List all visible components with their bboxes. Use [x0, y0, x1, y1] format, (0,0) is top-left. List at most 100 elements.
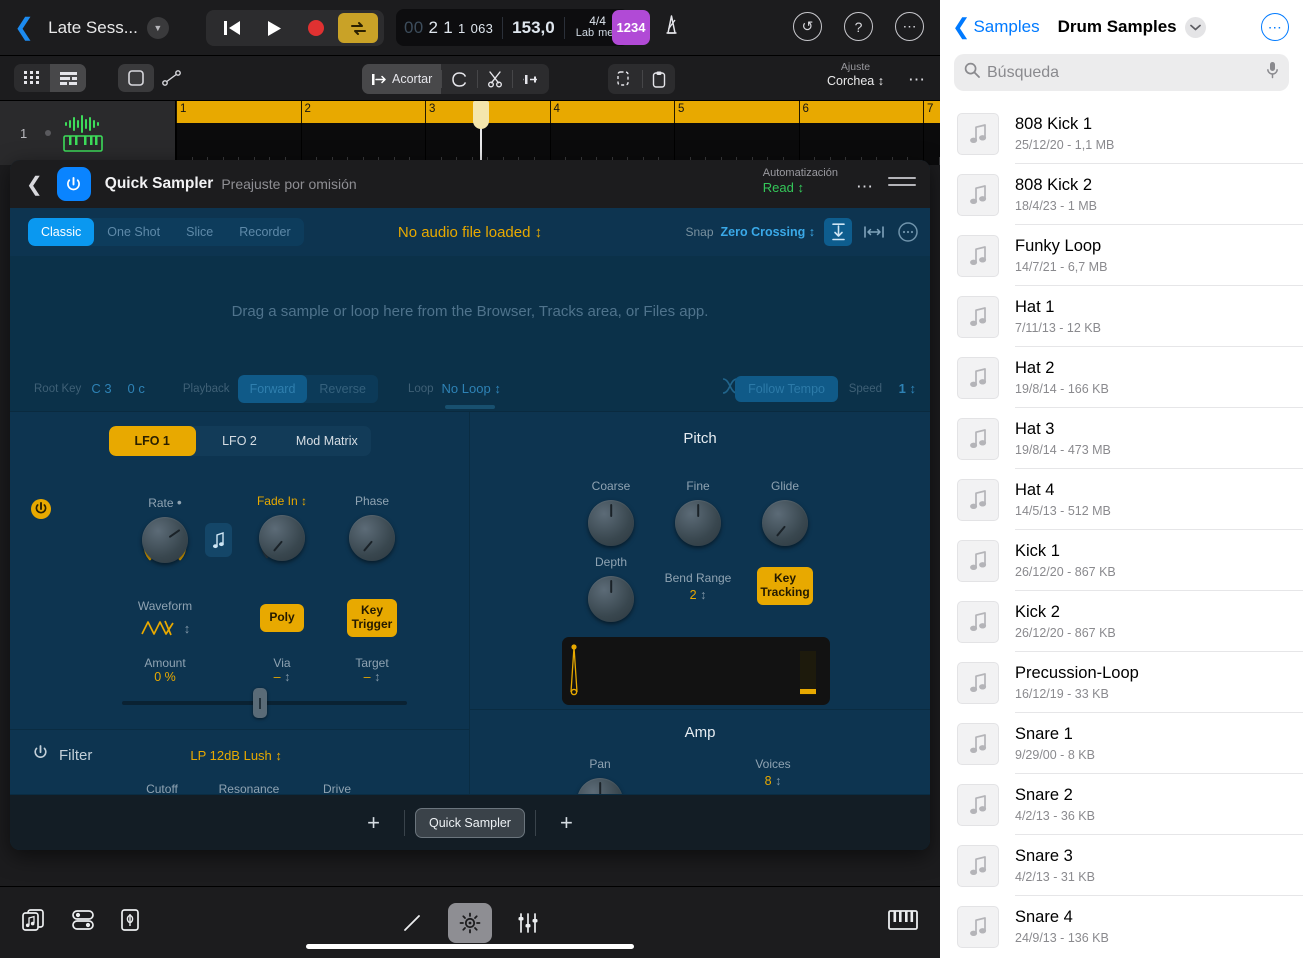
- project-menu-button[interactable]: ▼: [147, 17, 169, 39]
- playback-forward-button[interactable]: Forward: [238, 375, 308, 403]
- cents-value[interactable]: 0 c: [128, 381, 145, 396]
- track-record-dot[interactable]: [45, 130, 51, 136]
- piano-keyboard-icon[interactable]: [888, 908, 918, 937]
- lfo-power-icon[interactable]: [30, 498, 52, 525]
- toolbar-more-icon[interactable]: ⋯: [908, 70, 926, 90]
- lfo-fadein-label[interactable]: Fade In ↕: [235, 494, 329, 508]
- flex-button[interactable]: [513, 64, 549, 94]
- ruler[interactable]: 1234567: [176, 101, 940, 165]
- sample-list-item[interactable]: Snare 19/29/00 - 8 KB: [940, 713, 1303, 774]
- count-in-button[interactable]: 1234: [612, 10, 650, 45]
- add-plugin-before-button[interactable]: +: [343, 810, 404, 836]
- track-header[interactable]: 1: [0, 101, 176, 165]
- list-view-icon[interactable]: [50, 64, 86, 92]
- home-indicator[interactable]: [306, 944, 634, 949]
- metronome-icon[interactable]: [660, 13, 683, 41]
- panel-resize-handle[interactable]: [445, 405, 495, 409]
- sample-list-item[interactable]: Funky Loop14/7/21 - 6,7 MB: [940, 225, 1303, 286]
- lfo-key-trigger-button[interactable]: Key Trigger: [347, 599, 397, 637]
- lfo-rate-knob[interactable]: [142, 517, 188, 563]
- lfo-amount-slider[interactable]: [122, 701, 407, 705]
- lfo-fadein-knob[interactable]: [259, 515, 305, 561]
- pitch-depth-knob[interactable]: [588, 576, 634, 622]
- filter-power-icon[interactable]: [32, 744, 49, 766]
- pitch-mod-display[interactable]: [562, 637, 830, 705]
- note-sync-icon[interactable]: [205, 523, 232, 557]
- lfo-tab-lfo-1[interactable]: LFO 1: [109, 426, 196, 456]
- search-field[interactable]: Búsqueda: [954, 54, 1289, 91]
- pitch-glide-knob[interactable]: [762, 500, 808, 546]
- plugin-more-icon[interactable]: ⋯: [856, 177, 874, 197]
- duplicate-button[interactable]: [608, 64, 642, 94]
- lfo-poly-button[interactable]: Poly: [260, 604, 304, 632]
- undo-icon[interactable]: ↺: [793, 12, 822, 41]
- lfo-waveform-selector[interactable]: ↕: [118, 618, 212, 638]
- sample-list-item[interactable]: 808 Kick 218/4/23 - 1 MB: [940, 164, 1303, 225]
- fit-width-icon[interactable]: [860, 218, 888, 246]
- pitch-coarse-knob[interactable]: [588, 500, 634, 546]
- paste-button[interactable]: [643, 64, 675, 94]
- pitch-bend-range-value[interactable]: 2 ↕: [647, 588, 749, 602]
- automation-icon[interactable]: [154, 64, 190, 92]
- lfo-target-value[interactable]: – ↕: [325, 670, 419, 684]
- sampler-mode-slice[interactable]: Slice: [173, 218, 226, 246]
- record-icon[interactable]: [296, 13, 336, 43]
- sample-list-item[interactable]: Snare 424/9/13 - 136 KB: [940, 896, 1303, 957]
- more-circle-icon[interactable]: ⋯: [1261, 13, 1289, 41]
- snap-selector[interactable]: Ajuste Corchea ↕: [827, 61, 884, 90]
- library-icon[interactable]: [70, 908, 96, 937]
- lcd-display[interactable]: 00 2 1 1 063 153,0 4/4 Labmen: [396, 9, 629, 46]
- pencil-icon[interactable]: [390, 903, 434, 943]
- more-icon[interactable]: ⋯: [895, 12, 924, 41]
- playhead[interactable]: [480, 101, 482, 165]
- scissors-button[interactable]: [478, 64, 512, 94]
- options-icon[interactable]: [894, 218, 922, 246]
- add-plugin-after-button[interactable]: +: [536, 810, 597, 836]
- sampler-mode-classic[interactable]: Classic: [28, 218, 94, 246]
- pitch-key-tracking-button[interactable]: Key Tracking: [757, 567, 813, 605]
- microphone-icon[interactable]: [1266, 61, 1279, 84]
- lfo-tab-mod-matrix[interactable]: Mod Matrix: [283, 426, 370, 456]
- plugin-controls-icon[interactable]: [448, 903, 492, 943]
- notes-icon[interactable]: [120, 908, 140, 937]
- lfo-amount-value[interactable]: 0 %: [118, 670, 212, 684]
- sample-list-item[interactable]: 808 Kick 125/12/20 - 1,1 MB: [940, 103, 1303, 164]
- filter-type-value[interactable]: LP 12dB Lush ↕: [190, 748, 282, 763]
- rewind-icon[interactable]: [212, 13, 252, 43]
- lfo-amount-slider-thumb[interactable]: [253, 688, 267, 718]
- follow-tempo-button[interactable]: Follow Tempo: [735, 376, 838, 402]
- resize-grip-icon[interactable]: [888, 177, 916, 191]
- sample-list-item[interactable]: Hat 319/8/14 - 473 MB: [940, 408, 1303, 469]
- back-button[interactable]: ❮: [14, 16, 34, 40]
- sampler-mode-one-shot[interactable]: One Shot: [94, 218, 173, 246]
- sampler-snap-value[interactable]: Zero Crossing ↕: [721, 225, 815, 239]
- playback-reverse-button[interactable]: Reverse: [307, 375, 378, 403]
- automation-mode[interactable]: Automatización Read ↕: [763, 166, 838, 197]
- loop-value[interactable]: No Loop ↕: [442, 381, 501, 396]
- files-back-button[interactable]: ❮ Samples: [952, 16, 1040, 38]
- import-icon[interactable]: [824, 218, 852, 246]
- sample-list-item[interactable]: Hat 219/8/14 - 166 KB: [940, 347, 1303, 408]
- pitch-fine-knob[interactable]: [675, 500, 721, 546]
- sample-dropzone[interactable]: Drag a sample or loop here from the Brow…: [10, 256, 930, 366]
- speed-value[interactable]: 1 ↕: [899, 381, 916, 396]
- amp-voices-value[interactable]: 8 ↕: [726, 774, 820, 788]
- help-icon[interactable]: ?: [844, 12, 873, 41]
- audio-file-status-text[interactable]: No audio file loaded ↕: [398, 224, 542, 241]
- playhead-flag[interactable]: [473, 101, 489, 129]
- grid-view-icon[interactable]: [14, 64, 50, 92]
- sample-list-item[interactable]: Kick 226/12/20 - 867 KB: [940, 591, 1303, 652]
- plugin-slot-quick-sampler[interactable]: Quick Sampler: [415, 808, 525, 838]
- loop-browser-icon[interactable]: [20, 908, 46, 937]
- plugin-power-icon[interactable]: [57, 167, 91, 201]
- loop-button[interactable]: [442, 64, 477, 94]
- trim-button[interactable]: Acortar: [362, 64, 441, 94]
- sample-list-item[interactable]: Snare 34/2/13 - 31 KB: [940, 835, 1303, 896]
- lfo-via-value[interactable]: – ↕: [235, 670, 329, 684]
- plugin-preset-name[interactable]: Preajuste por omisión: [221, 176, 356, 192]
- sample-list-item[interactable]: Precussion-Loop16/12/19 - 33 KB: [940, 652, 1303, 713]
- sample-list-item[interactable]: Hat 414/5/13 - 512 MB: [940, 469, 1303, 530]
- sample-list-item[interactable]: Kick 126/12/20 - 867 KB: [940, 530, 1303, 591]
- region-select-icon[interactable]: [118, 64, 154, 92]
- track-lane[interactable]: [176, 123, 940, 165]
